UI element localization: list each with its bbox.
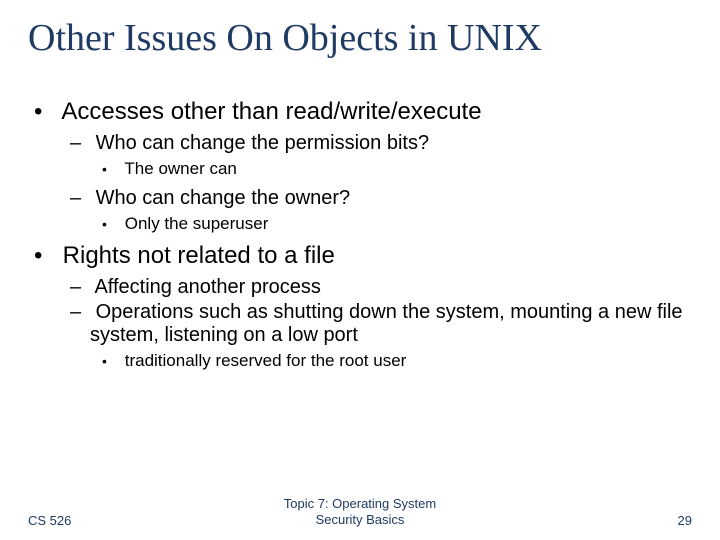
bullet-text: Accesses other than read/write/execute [61, 98, 481, 125]
bullet-lvl2: Who can change the owner? Only the super… [90, 187, 692, 234]
bullet-text: Operations such as shutting down the sys… [90, 301, 683, 346]
bullet-sublist: Who can change the permission bits? The … [56, 132, 692, 234]
slide-title: Other Issues On Objects in UNIX [28, 18, 692, 60]
footer-topic: Topic 7: Operating System Security Basic… [108, 496, 612, 529]
bullet-lvl2: Operations such as shutting down the sys… [90, 301, 692, 371]
bullet-text: The owner can [124, 159, 236, 178]
bullet-lvl1: Rights not related to a file Affecting a… [56, 242, 692, 371]
bullet-sublist: Only the superuser [90, 214, 692, 234]
footer-page-number: 29 [612, 513, 692, 528]
bullet-text: Rights not related to a file [63, 242, 335, 269]
bullet-text: traditionally reserved for the root user [125, 351, 407, 370]
bullet-lvl2: Affecting another process [90, 276, 692, 299]
bullet-lvl3: traditionally reserved for the root user [120, 351, 692, 371]
bullet-list: Accesses other than read/write/execute W… [28, 98, 692, 371]
bullet-lvl3: Only the superuser [120, 214, 692, 234]
bullet-lvl3: The owner can [120, 159, 692, 179]
bullet-text: Affecting another process [94, 276, 320, 298]
bullet-lvl2: Who can change the permission bits? The … [90, 132, 692, 179]
slide-footer: CS 526 Topic 7: Operating System Securit… [0, 496, 720, 529]
bullet-lvl1: Accesses other than read/write/execute W… [56, 98, 692, 234]
bullet-sublist: The owner can [90, 159, 692, 179]
footer-topic-line2: Security Basics [316, 512, 405, 527]
bullet-sublist: Affecting another process Operations suc… [56, 276, 692, 371]
bullet-text: Who can change the permission bits? [96, 132, 430, 154]
bullet-text: Who can change the owner? [96, 187, 351, 209]
footer-topic-line1: Topic 7: Operating System [284, 496, 436, 511]
footer-course: CS 526 [28, 513, 108, 528]
slide: Other Issues On Objects in UNIX Accesses… [0, 0, 720, 540]
bullet-text: Only the superuser [125, 214, 269, 233]
bullet-sublist: traditionally reserved for the root user [90, 351, 692, 371]
